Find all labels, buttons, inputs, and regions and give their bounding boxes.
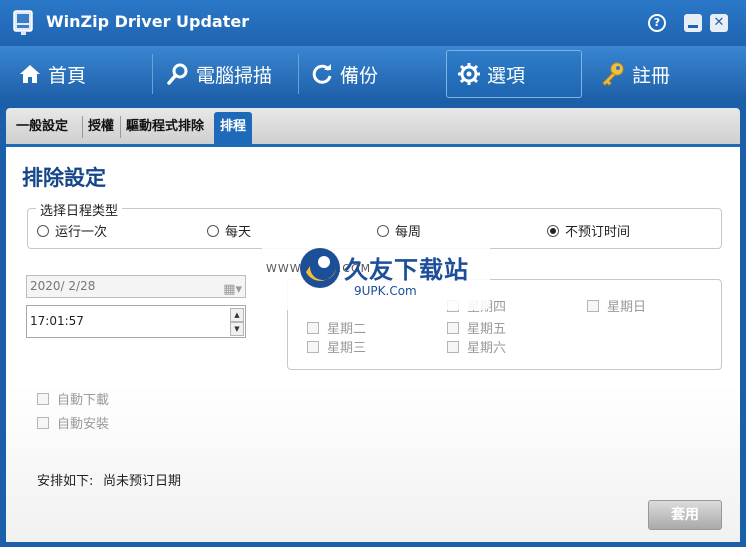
checkbox-sunday-label: 星期日	[607, 300, 647, 315]
radio-indicator	[207, 224, 219, 237]
window-title: WinZip Driver Updater	[46, 12, 250, 31]
nav-backup-label: 備份	[340, 64, 379, 87]
checkbox-box	[447, 321, 459, 334]
time-value: 17:01:57	[30, 314, 84, 328]
key-icon	[602, 62, 624, 86]
spin-down-icon[interactable]: ▼	[230, 322, 244, 336]
help-button[interactable]: ?	[648, 14, 666, 32]
nav-options[interactable]: 選項	[446, 50, 582, 98]
title-bar: WinZip Driver Updater ? ✕	[0, 0, 746, 46]
schedule-summary-label: 安排如下:	[37, 474, 94, 489]
nav-scan-label: 電腦掃描	[196, 64, 273, 87]
checkbox-box	[447, 340, 459, 353]
watermark-domain: 9UPK.Com	[354, 284, 417, 298]
checkbox-wednesday-label: 星期三	[327, 341, 367, 356]
calendar-dropdown-icon[interactable]: ▦▾	[223, 279, 242, 300]
checkbox-sunday[interactable]: 星期日	[587, 296, 646, 315]
date-value: 2020/ 2/28	[30, 279, 96, 293]
spin-up-icon[interactable]: ▲	[230, 308, 244, 322]
watermark: WWW.9UPK.COM 久友下载站 9UPK.Com	[262, 240, 490, 310]
radio-weekly-label: 每周	[395, 225, 422, 240]
checkbox-auto-download[interactable]: 自動下載	[37, 389, 109, 408]
checkbox-auto-download-label: 自動下載	[57, 393, 110, 408]
apply-button[interactable]: 套用	[648, 500, 722, 530]
subtab-schedule[interactable]: 排程	[214, 112, 253, 144]
radio-daily[interactable]: 每天	[207, 221, 251, 240]
date-picker[interactable]: 2020/ 2/28 ▦▾	[26, 275, 246, 298]
radio-no-schedule[interactable]: 不预订时间	[547, 221, 630, 240]
radio-indicator	[37, 224, 49, 237]
checkbox-box	[307, 321, 319, 334]
gear-icon	[458, 63, 480, 85]
nav-home[interactable]: 首頁	[8, 50, 148, 98]
checkbox-friday-label: 星期五	[467, 322, 507, 337]
radio-weekly[interactable]: 每周	[377, 221, 421, 240]
close-button[interactable]: ✕	[710, 14, 728, 32]
schedule-type-legend: 选择日程类型	[36, 200, 123, 219]
checkbox-saturday[interactable]: 星期六	[447, 337, 506, 356]
subtab-general[interactable]: 一般設定	[10, 112, 74, 144]
radio-indicator	[377, 224, 389, 237]
radio-run-once-label: 运行一次	[55, 225, 108, 240]
subtab-driver-exclusion[interactable]: 驅動程式排除	[120, 112, 210, 144]
checkbox-box	[37, 416, 49, 429]
subtab-license[interactable]: 授權	[82, 112, 120, 144]
time-picker[interactable]: 17:01:57 ▲ ▼	[26, 305, 246, 338]
checkbox-tuesday[interactable]: 星期二	[307, 318, 366, 337]
radio-daily-label: 每天	[225, 225, 252, 240]
checkbox-saturday-label: 星期六	[467, 341, 507, 356]
checkbox-box	[37, 392, 49, 405]
nav-divider	[298, 54, 299, 94]
checkbox-box	[307, 340, 319, 353]
nav-register-label: 註冊	[632, 64, 671, 87]
schedule-summary-value: 尚未预订日期	[103, 474, 182, 489]
nav-scan[interactable]: 電腦掃描	[156, 50, 296, 98]
checkbox-auto-install-label: 自動安裝	[57, 417, 110, 432]
nav-divider	[152, 54, 153, 94]
watermark-logo-icon	[300, 248, 340, 288]
radio-indicator-selected	[547, 224, 559, 237]
checkbox-friday[interactable]: 星期五	[447, 318, 506, 337]
page-title: 排除設定	[22, 166, 106, 190]
magnifier-icon	[167, 63, 188, 85]
checkbox-wednesday[interactable]: 星期三	[307, 337, 366, 356]
nav-register[interactable]: 註冊	[590, 50, 730, 98]
radio-run-once[interactable]: 运行一次	[37, 221, 107, 240]
checkbox-tuesday-label: 星期二	[327, 322, 367, 337]
nav-backup[interactable]: 備份	[300, 50, 440, 98]
refresh-icon	[312, 64, 332, 84]
checkbox-auto-install[interactable]: 自動安裝	[37, 413, 109, 432]
nav-options-label: 選項	[487, 64, 526, 87]
main-nav: 首頁 電腦掃描 備份 選項 註冊	[0, 46, 746, 102]
checkbox-box	[587, 299, 599, 312]
home-icon	[20, 65, 40, 83]
radio-no-schedule-label: 不预订时间	[565, 225, 631, 240]
app-logo-icon	[13, 10, 33, 35]
watermark-name: 久友下载站	[344, 256, 469, 284]
options-subtabs: 一般設定 授權 驅動程式排除 排程	[6, 108, 740, 144]
minimize-button[interactable]	[684, 14, 702, 32]
nav-home-label: 首頁	[48, 64, 87, 87]
